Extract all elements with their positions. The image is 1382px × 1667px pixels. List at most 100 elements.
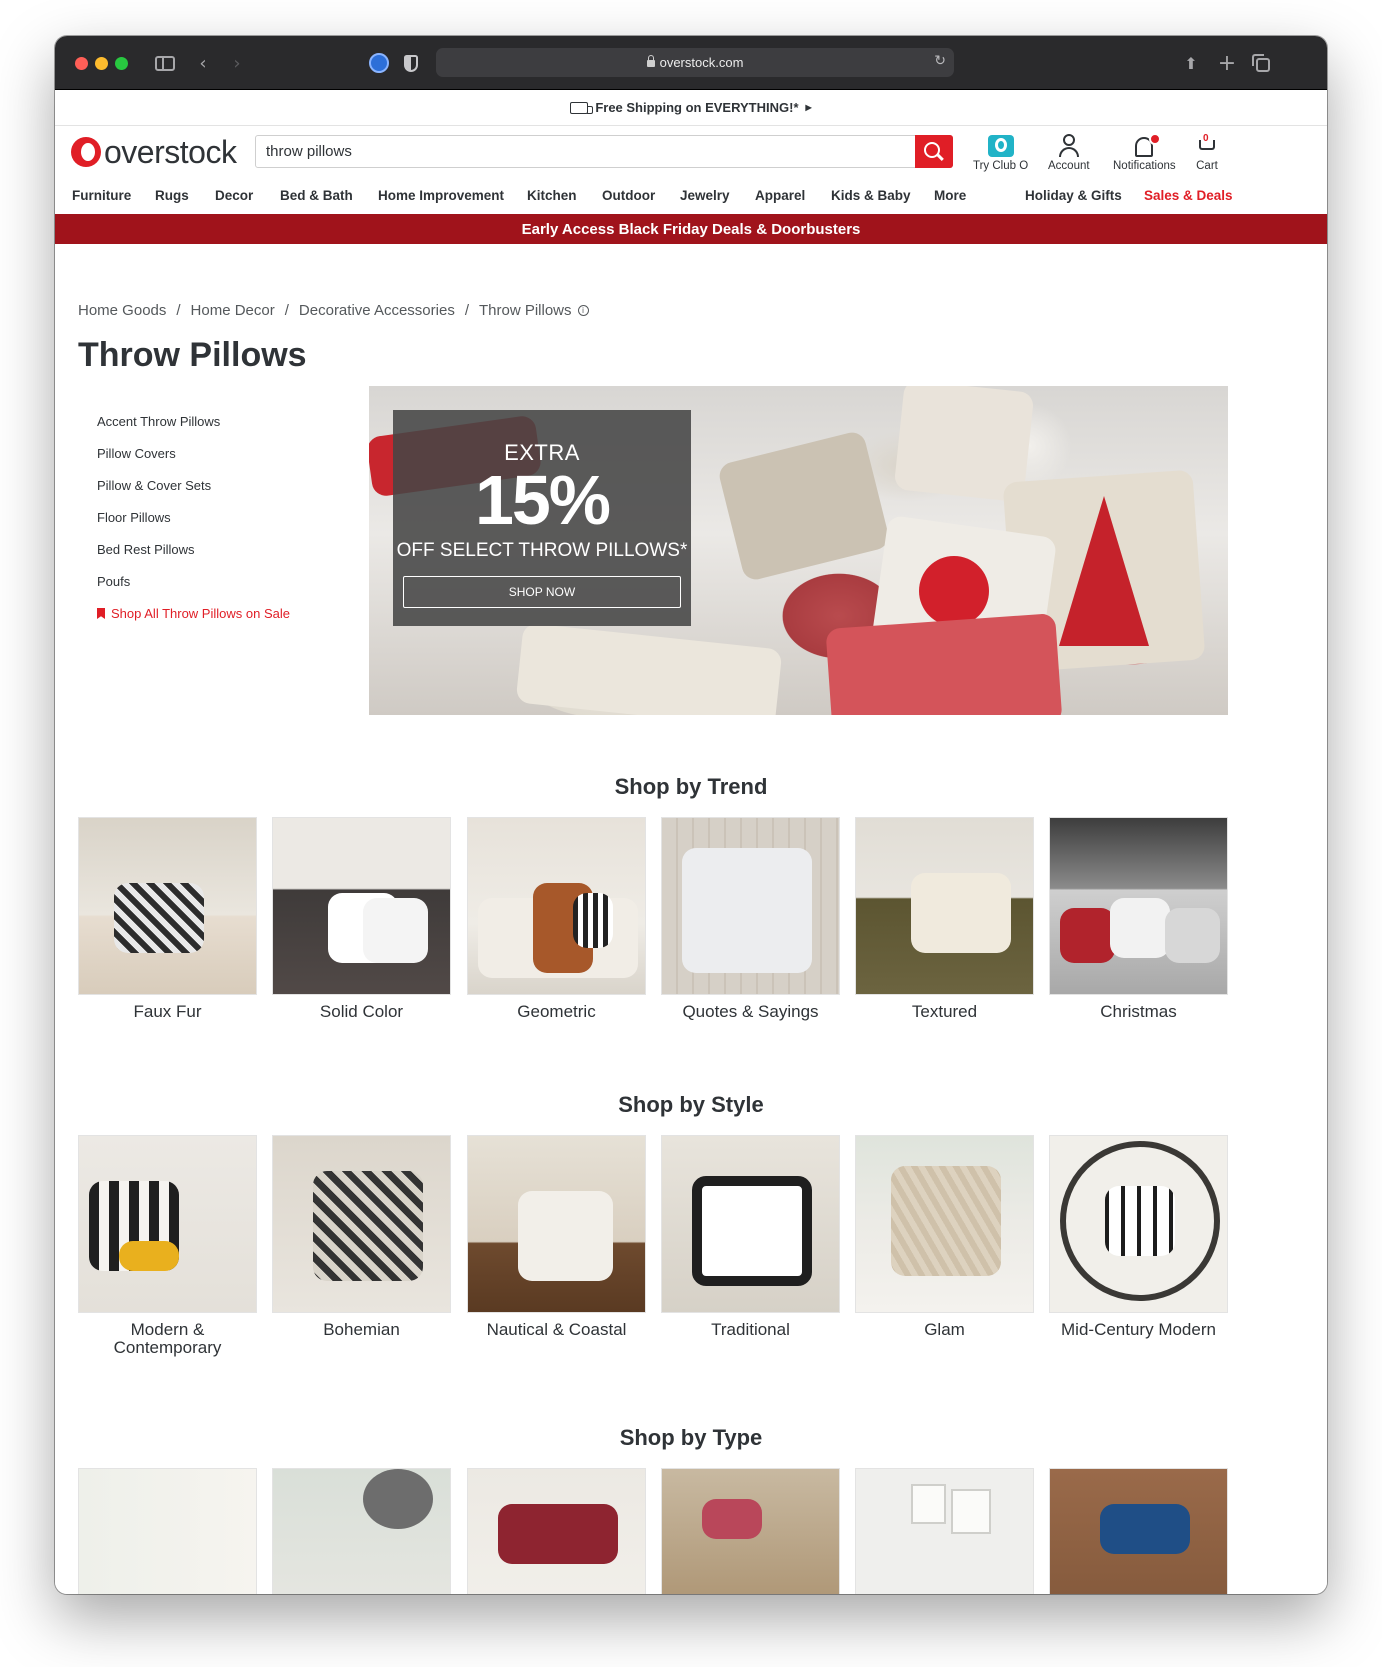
breadcrumb-home-goods[interactable]: Home Goods: [78, 302, 166, 319]
breadcrumb-throw-pillows[interactable]: Throw Pillows: [479, 302, 572, 319]
pillow-image: [911, 873, 1011, 953]
web-page: Free Shipping on EVERYTHING!* ▶ overstoc…: [55, 90, 1327, 1594]
cart-link[interactable]: 0 Cart: [1196, 133, 1218, 172]
tile-label: Textured: [911, 1002, 978, 1021]
password-manager-icon[interactable]: [367, 50, 391, 76]
bookmark-icon: [97, 608, 105, 619]
pillow-image: [692, 1176, 812, 1286]
nav-item-home-improvement[interactable]: Home Improvement: [378, 188, 504, 203]
zoom-window-button[interactable]: [115, 57, 128, 70]
tile-image: [272, 1468, 451, 1594]
type-tile[interactable]: [78, 1468, 257, 1594]
side-link-bed-rest-pillows[interactable]: Bed Rest Pillows: [97, 540, 290, 572]
style-tile-traditional[interactable]: Traditional: [661, 1135, 840, 1339]
trend-tile-christmas[interactable]: Christmas: [1049, 817, 1228, 1021]
breadcrumb-home-decor[interactable]: Home Decor: [191, 302, 275, 319]
breadcrumb-separator: /: [176, 302, 181, 319]
type-tile[interactable]: [467, 1468, 646, 1594]
nav-item-holiday-gifts[interactable]: Holiday & Gifts: [1025, 188, 1122, 203]
black-friday-banner[interactable]: Early Access Black Friday Deals & Doorbu…: [55, 214, 1327, 244]
search-input[interactable]: throw pillows: [255, 135, 953, 168]
hero-throw-image: [825, 613, 1063, 715]
side-link-pillow-cover-sets[interactable]: Pillow & Cover Sets: [97, 476, 290, 508]
close-window-button[interactable]: [75, 57, 88, 70]
privacy-shield-icon[interactable]: [399, 50, 423, 76]
nav-item-kids-baby[interactable]: Kids & Baby: [831, 188, 911, 203]
new-tab-icon[interactable]: +: [1215, 50, 1239, 76]
share-icon[interactable]: ⬆: [1179, 50, 1203, 76]
forward-icon[interactable]: ›: [225, 50, 249, 76]
address-bar[interactable]: overstock.com ↻: [436, 48, 954, 77]
type-tile[interactable]: [661, 1468, 840, 1594]
trend-tile-faux-fur[interactable]: Faux Fur: [78, 817, 257, 1021]
free-shipping-bar[interactable]: Free Shipping on EVERYTHING!* ▶: [55, 90, 1327, 126]
club-o-link[interactable]: Try Club O: [973, 134, 1028, 172]
nav-item-kitchen[interactable]: Kitchen: [527, 188, 577, 203]
trend-tile-textured[interactable]: Textured: [855, 817, 1034, 1021]
style-tile-glam[interactable]: Glam: [855, 1135, 1034, 1339]
trend-tile-quotes-sayings[interactable]: Quotes & Sayings: [661, 817, 840, 1021]
type-tile[interactable]: [855, 1468, 1034, 1594]
pillow-image: [363, 1469, 433, 1529]
back-icon[interactable]: ‹: [191, 50, 215, 76]
tile-label: Nautical & Coastal: [486, 1320, 627, 1339]
url-text: overstock.com: [659, 55, 744, 70]
sidebar-toggle-icon[interactable]: [153, 50, 177, 76]
notification-badge: [1149, 133, 1162, 145]
side-link-poufs[interactable]: Poufs: [97, 572, 290, 604]
style-tile-modern-contemporary[interactable]: Modern & Contemporary: [78, 1135, 257, 1357]
trend-tile-solid-color[interactable]: Solid Color: [272, 817, 451, 1021]
pillow-image: [891, 1166, 1001, 1276]
notifications-link[interactable]: Notifications: [1113, 133, 1176, 172]
nav-item-apparel[interactable]: Apparel: [755, 188, 805, 203]
nav-item-outdoor[interactable]: Outdoor: [602, 188, 655, 203]
pillow-image: [114, 883, 204, 953]
breadcrumb-decorative-accessories[interactable]: Decorative Accessories: [299, 302, 455, 319]
tile-image: [661, 1135, 840, 1313]
overstock-logo[interactable]: overstock: [71, 136, 237, 168]
style-tile-mid-century-modern[interactable]: Mid-Century Modern: [1049, 1135, 1228, 1339]
reload-icon[interactable]: ↻: [934, 53, 946, 69]
style-tile-bohemian[interactable]: Bohemian: [272, 1135, 451, 1339]
tile-image: [78, 817, 257, 995]
info-icon[interactable]: i: [577, 305, 589, 316]
side-link-floor-pillows[interactable]: Floor Pillows: [97, 508, 290, 540]
side-link-sale[interactable]: Shop All Throw Pillows on Sale: [97, 604, 290, 636]
side-link-pillow-covers[interactable]: Pillow Covers: [97, 444, 290, 476]
account-label: Account: [1048, 160, 1090, 172]
nav-item-decor[interactable]: Decor: [215, 188, 253, 203]
shop-now-button[interactable]: SHOP NOW: [403, 576, 681, 608]
tile-image: [272, 817, 451, 995]
style-tile-nautical-coastal[interactable]: Nautical & Coastal: [467, 1135, 646, 1339]
pillow-image: [1110, 898, 1170, 958]
nav-item-more[interactable]: More: [934, 188, 966, 203]
lock-icon: [646, 55, 655, 67]
hero-banner[interactable]: EXTRA 15% OFF SELECT THROW PILLOWS* SHOP…: [369, 386, 1228, 715]
account-link[interactable]: Account: [1048, 134, 1090, 172]
shop-by-trend-title: Shop by Trend: [614, 774, 768, 799]
nav-item-jewelry[interactable]: Jewelry: [680, 188, 730, 203]
nav-item-furniture[interactable]: Furniture: [72, 188, 131, 203]
side-link-accent-throw-pillows[interactable]: Accent Throw Pillows: [97, 412, 290, 444]
type-tile[interactable]: [272, 1468, 451, 1594]
pillow-image: [1165, 908, 1220, 963]
breadcrumb-separator: /: [284, 302, 289, 319]
cart-label: Cart: [1196, 160, 1218, 172]
search-input-value: throw pillows: [266, 143, 352, 160]
shop-by-style-title: Shop by Style: [618, 1092, 764, 1117]
nav-item-bed-bath[interactable]: Bed & Bath: [280, 188, 353, 203]
page-title: Throw Pillows: [78, 336, 307, 374]
nav-item-rugs[interactable]: Rugs: [155, 188, 189, 203]
account-icon: [1058, 134, 1080, 158]
search-button[interactable]: [915, 135, 953, 168]
browser-window: ‹ › overstock.com ↻ ⬆ + Free Shipping on…: [55, 36, 1327, 1594]
type-tile[interactable]: [1049, 1468, 1228, 1594]
tile-label: Glam: [924, 1320, 965, 1339]
pillow-image: [518, 1191, 613, 1281]
breadcrumb-separator: /: [464, 302, 469, 319]
minimize-window-button[interactable]: [95, 57, 108, 70]
hero-snowflake-image: [919, 556, 989, 626]
tab-overview-icon[interactable]: [1249, 50, 1273, 76]
nav-item-sales-deals[interactable]: Sales & Deals: [1144, 188, 1233, 203]
trend-tile-geometric[interactable]: Geometric: [467, 817, 646, 1021]
